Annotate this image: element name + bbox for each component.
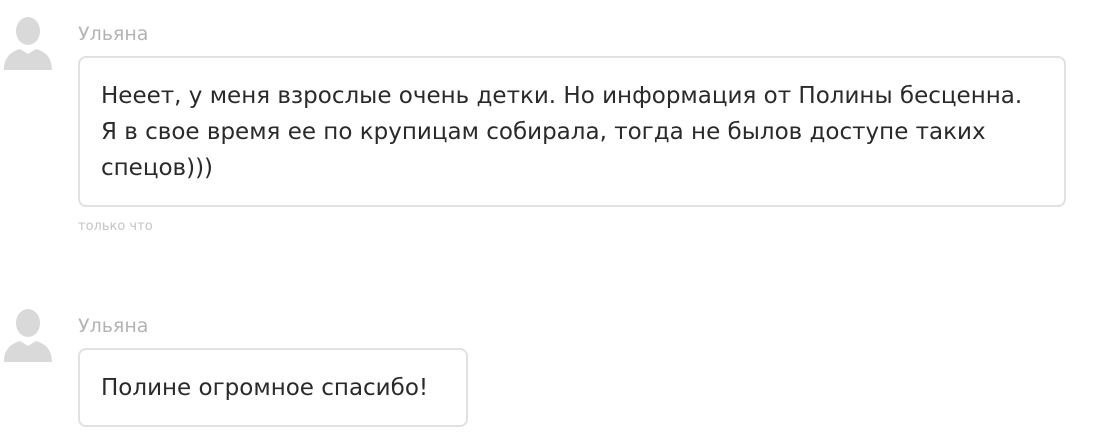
user-avatar-icon[interactable] (2, 306, 54, 362)
comment-item: Ульяна Нееет, у меня взрослые очень детк… (0, 0, 1112, 250)
comment-text: Полине огромное спасибо! (101, 375, 429, 401)
comment-item: Ульяна Полине огромное спасибо! (0, 290, 1112, 442)
comment-author[interactable]: Ульяна (78, 22, 148, 46)
comment-thread: Ульяна Нееет, у меня взрослые очень детк… (0, 0, 1112, 442)
comment-author[interactable]: Ульяна (78, 314, 148, 338)
comment-timestamp: только что (78, 219, 153, 234)
comment-bubble: Нееет, у меня взрослые очень детки. Но и… (78, 56, 1066, 207)
comment-text: Нееет, у меня взрослые очень детки. Но и… (101, 83, 1023, 181)
comment-bubble: Полине огромное спасибо! (78, 348, 468, 427)
user-avatar-icon[interactable] (2, 14, 54, 70)
